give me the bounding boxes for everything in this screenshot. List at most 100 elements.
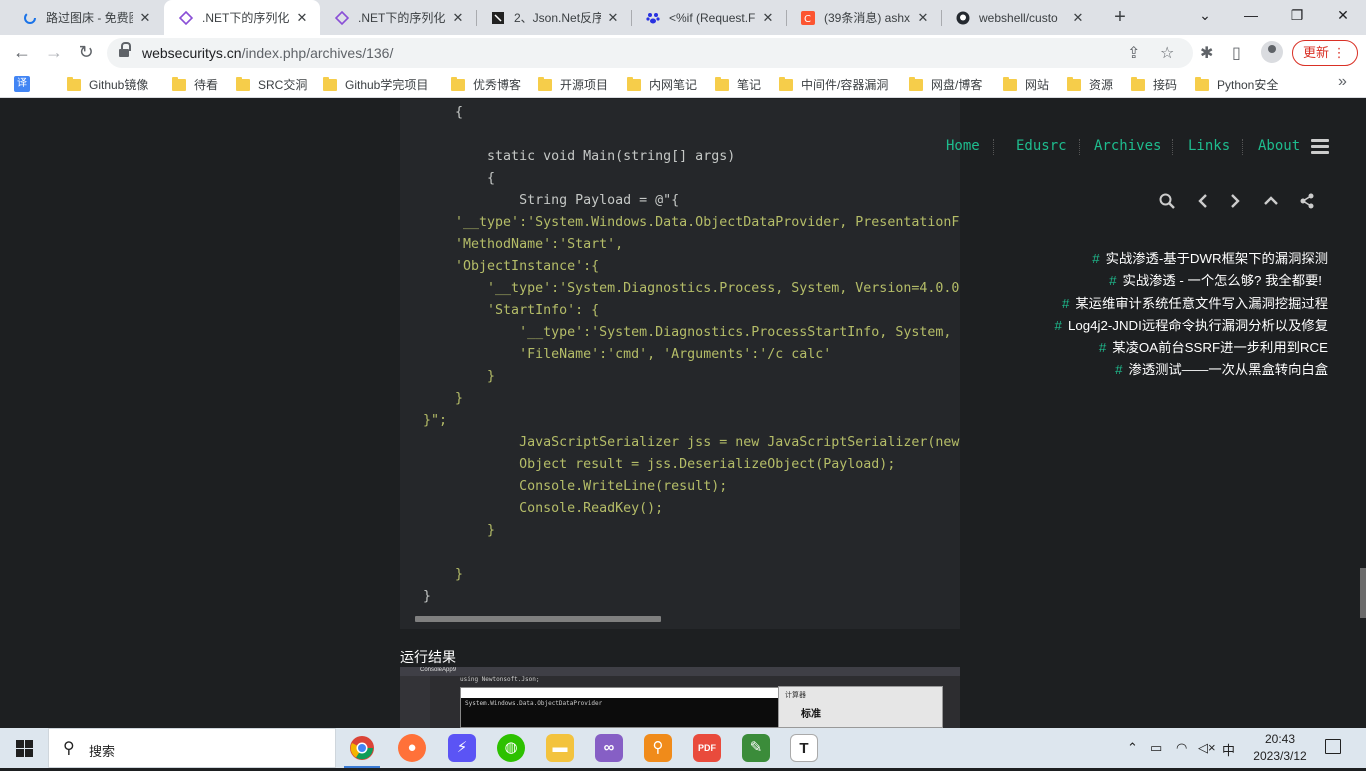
taskbar-clock[interactable]: 20:43 2023/3/12 [1250,731,1310,765]
browser-tab[interactable]: .NET下的序列化与 ✕ [320,0,476,35]
bookmark-translate[interactable]: 译译 [14,76,38,92]
bookmark-folder[interactable]: Python安全 [1195,76,1278,93]
browser-tab[interactable]: 路过图床 - 免费图 ✕ [8,0,163,35]
search-tool-icon[interactable]: ⚲ [644,734,672,762]
notepad-icon[interactable]: ✎ [742,734,770,762]
folder-icon [67,76,81,91]
thunder-icon[interactable]: ⚡ [448,734,476,762]
related-post-link[interactable]: # Log4j2-JNDI远程命令执行漏洞分析以及修复 [1055,315,1328,334]
update-button[interactable]: 更新 ⋮ [1292,40,1358,66]
browser-tab[interactable]: C (39条消息) ashx ✕ [786,0,941,35]
bookmark-folder[interactable]: 接码 [1131,76,1177,93]
code-horizontal-scrollbar[interactable] [415,616,661,622]
bookmark-folder[interactable]: 内网笔记 [627,76,697,93]
browser-tab[interactable]: 2、Json.Net反序 ✕ [476,0,631,35]
close-icon[interactable]: ✕ [294,10,310,26]
nav-archives[interactable]: Archives [1094,138,1161,154]
chevron-left-icon[interactable] [1194,193,1212,211]
side-panel-icon[interactable]: ▯ [1232,43,1241,63]
taskbar-search[interactable]: ⚲ 搜索 [48,728,336,768]
nav-links[interactable]: Links [1188,138,1230,154]
bookmark-folder[interactable]: 笔记 [715,76,761,93]
code-line: Object result = jss.DeserializeObject(Pa… [423,457,896,472]
back-icon[interactable]: ← [8,39,36,67]
typora-icon[interactable]: T [790,734,818,762]
console-window: System.Windows.Data.ObjectDataProvider [460,687,780,728]
bookmark-folder[interactable]: 资源 [1067,76,1113,93]
folder-icon [236,76,250,91]
visual-studio-icon[interactable]: ∞ [595,734,623,762]
close-icon[interactable]: ✕ [450,10,466,26]
wifi-icon[interactable]: ◠ [1176,740,1187,756]
chevron-up-icon[interactable] [1262,193,1280,211]
bookmark-folder[interactable]: Github学完项目 [323,76,428,93]
ime-indicator[interactable]: 中 [1222,740,1235,759]
hamburger-menu-icon[interactable] [1311,139,1329,155]
bookmark-folder[interactable]: Github镜像 [67,76,148,93]
page-vertical-scrollbar[interactable] [1360,568,1366,618]
bookmark-folder[interactable]: 中间件/容器漏洞 [779,76,888,93]
code-line: } [423,391,464,406]
hash-mark: # [1098,340,1107,355]
related-post-link[interactable]: # 某运维审计系统任意文件写入漏洞挖掘过程 [1062,293,1328,312]
nav-divider [1242,139,1243,155]
wechat-icon[interactable]: ◍ [497,734,525,762]
taskbar-search-placeholder: 搜索 [89,744,116,759]
forward-icon[interactable]: → [40,39,68,67]
related-post-link[interactable]: # 某凌OA前台SSRF进一步利用到RCE [1099,337,1328,356]
restore-icon[interactable]: ❐ [1274,0,1320,32]
close-icon[interactable]: ✕ [1070,10,1086,26]
profile-avatar[interactable] [1261,41,1283,63]
chevron-right-icon[interactable] [1226,193,1244,211]
nav-about[interactable]: About [1258,138,1300,154]
chrome-icon[interactable] [344,734,380,768]
nav-home[interactable]: Home [946,138,980,154]
clock-time: 20:43 [1264,732,1296,746]
related-post-link[interactable]: # 实战渗透-基于DWR框架下的漏洞探测 [1092,248,1328,267]
bookmark-folder[interactable]: 优秀博客 [451,76,521,93]
file-explorer-icon[interactable]: ▬ [546,734,574,762]
firefox-icon[interactable]: ● [398,734,426,762]
minimize-icon[interactable]: — [1228,0,1274,32]
bookmark-folder[interactable]: 待看 [172,76,218,93]
bookmark-folder[interactable]: 网盘/博客 [909,76,982,93]
close-icon[interactable]: ✕ [915,10,931,26]
tab-title: 2、Json.Net反序 [514,11,601,25]
bookmark-star-icon[interactable]: ☆ [1160,43,1174,63]
bookmark-folder[interactable]: SRC交洞 [236,76,307,93]
browser-toolbar: ← → ↻ websecuritys.cn/index.php/archives… [0,35,1366,71]
browser-tab[interactable]: <%if (Request.F ✕ [631,0,786,35]
url-text[interactable]: websecuritys.cn/index.php/archives/136/ [142,45,393,61]
tray-overflow-icon[interactable]: ⌃ [1127,740,1138,756]
share-icon[interactable] [1298,193,1316,211]
related-post-link[interactable]: # 渗透测试——一次从黑盒转向白盒 [1115,359,1328,378]
close-icon[interactable]: ✕ [137,10,153,26]
browser-tab[interactable]: webshell/custo ✕ [941,0,1096,35]
code-block: { static void Main(string[] args) { Stri… [400,99,960,629]
close-icon[interactable]: ✕ [760,10,776,26]
loading-spinner-icon [22,10,38,26]
notification-center-icon[interactable] [1325,739,1341,754]
close-icon[interactable]: ✕ [605,10,621,26]
browser-tab-active[interactable]: .NET下的序列化与 ✕ [164,0,320,35]
code-line: 'ObjectInstance':{ [423,259,600,274]
pdf-icon[interactable]: PDF [693,734,721,762]
share-page-icon[interactable]: ⇪ [1127,43,1140,63]
new-tab-button[interactable]: + [1108,6,1132,30]
battery-icon[interactable]: ▭ [1150,740,1162,756]
reload-icon[interactable]: ↻ [72,39,100,67]
tab-search-icon[interactable]: ⌄ [1182,0,1228,32]
related-post-link[interactable]: # 实战渗透 - 一个怎么够? 我全都要! [1109,270,1322,289]
nav-edusrc[interactable]: Edusrc [1016,138,1067,154]
close-window-icon[interactable]: ✕ [1320,0,1366,32]
bookmark-folder[interactable]: 网站 [1003,76,1049,93]
address-bar[interactable]: websecuritys.cn/index.php/archives/136/ … [107,38,1193,68]
extensions-icon[interactable]: ✱ [1200,43,1213,63]
volume-icon[interactable]: ◁× [1198,740,1216,756]
lock-icon[interactable] [119,42,131,58]
bookmarks-overflow-icon[interactable]: » [1338,73,1347,91]
windows-start-icon[interactable] [16,740,33,757]
code-line: static void Main(string[] args) [423,149,736,164]
search-icon[interactable] [1158,193,1176,211]
bookmark-folder[interactable]: 开源项目 [538,76,608,93]
